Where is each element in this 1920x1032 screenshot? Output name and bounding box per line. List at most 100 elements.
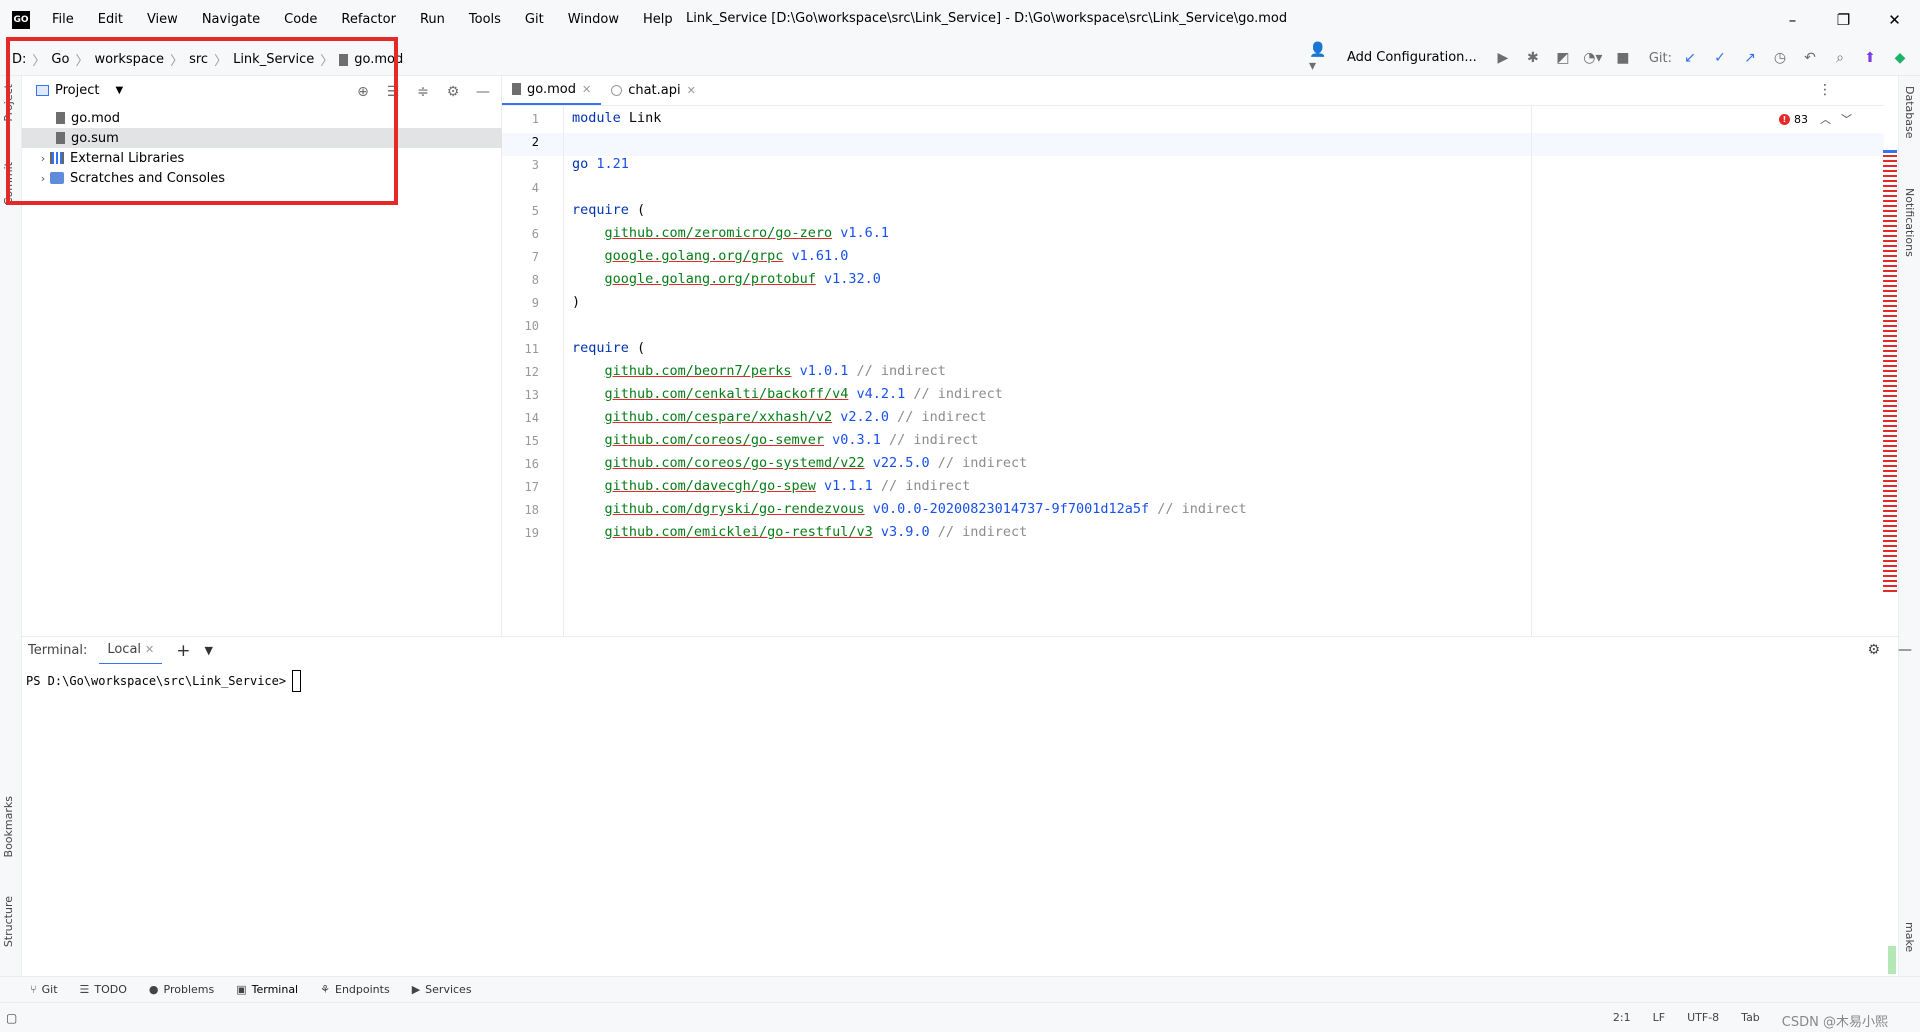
menu-git[interactable]: Git <box>513 12 556 27</box>
version: v0.3.1 <box>832 432 881 448</box>
close-button[interactable]: ✕ <box>1869 0 1920 40</box>
module-path[interactable]: github.com/coreos/go-systemd/v22 <box>605 455 865 471</box>
notifications-tool-tab[interactable]: Notifications <box>1903 188 1916 257</box>
terminal-header: Terminal: Local ✕ + ▼ <box>22 636 1898 665</box>
hide-icon[interactable]: — <box>1898 642 1912 658</box>
module-path[interactable]: github.com/emicklei/go-restful/v3 <box>605 524 873 540</box>
close-tab-icon[interactable]: ✕ <box>582 83 591 96</box>
run-icon[interactable]: ▶ <box>1491 46 1515 70</box>
terminal-tab-label: Local <box>107 642 142 657</box>
menu-code[interactable]: Code <box>272 12 329 27</box>
gear-icon[interactable]: ⚙ <box>441 80 465 104</box>
rollback-icon[interactable]: ↶ <box>1798 46 1822 70</box>
git-commit-icon[interactable]: ✓ <box>1708 46 1732 70</box>
comment: // indirect <box>1157 501 1247 517</box>
todo-tool-button[interactable]: ☰ TODO <box>80 983 127 996</box>
code-line: ) <box>572 294 580 310</box>
debug-icon[interactable]: ✱ <box>1521 46 1545 70</box>
toggle-tool-windows-icon[interactable]: ▢ <box>6 1011 17 1025</box>
hide-icon[interactable]: — <box>471 80 495 104</box>
file-encoding[interactable]: UTF-8 <box>1687 1011 1719 1030</box>
caret-position[interactable]: 2:1 <box>1613 1011 1631 1030</box>
main-toolbar: 👤▾ Add Configuration... ▶ ✱ ◩ ◔▾ ■ Git: … <box>1309 42 1912 74</box>
terminal-tab-local[interactable]: Local ✕ <box>99 637 163 665</box>
highlight-annotation-box <box>6 37 398 205</box>
version: v4.2.1 <box>856 386 906 402</box>
close-tab-icon[interactable]: ✕ <box>145 643 154 656</box>
menu-refactor[interactable]: Refactor <box>329 12 408 27</box>
code-line: github.com/cespare/xxhash/v2 v2.2.0 // i… <box>572 409 987 425</box>
watermark: CSDN @木易小熙 <box>1781 1015 1888 1030</box>
update-icon[interactable]: ⬆ <box>1858 46 1882 70</box>
terminal-prompt: PS D:\Go\workspace\src\Link_Service> <box>26 670 302 692</box>
git-tool-button[interactable]: ⑂ Git <box>30 983 58 996</box>
gear-icon[interactable]: ⚙ <box>1867 642 1880 658</box>
menu-run[interactable]: Run <box>408 12 457 27</box>
restore-button[interactable]: ❐ <box>1818 0 1869 40</box>
history-icon[interactable]: ◷ <box>1768 46 1792 70</box>
coverage-icon[interactable]: ◩ <box>1551 46 1575 70</box>
menu-tools[interactable]: Tools <box>457 12 513 27</box>
main-menu: File Edit View Navigate Code Refactor Ru… <box>40 12 685 27</box>
collapse-all-icon[interactable]: ≑ <box>411 80 435 104</box>
scrollbar[interactable] <box>1888 946 1896 974</box>
version: v1.1.1 <box>823 478 873 494</box>
menu-navigate[interactable]: Navigate <box>190 12 272 27</box>
module-path[interactable]: github.com/cenkalti/backoff/v4 <box>605 386 849 402</box>
menu-help[interactable]: Help <box>631 12 685 27</box>
make-tool-tab[interactable]: make <box>1903 922 1916 952</box>
bookmarks-tool-tab[interactable]: Bookmarks <box>2 796 15 857</box>
terminal-cursor <box>292 670 302 692</box>
menu-file[interactable]: File <box>40 12 86 27</box>
git-push-icon[interactable]: ↗ <box>1738 46 1762 70</box>
keyword: go <box>572 156 589 172</box>
version: v1.61.0 <box>791 248 849 264</box>
profile-icon[interactable]: ◔▾ <box>1581 46 1605 70</box>
tab-chat-api[interactable]: chat.api ✕ <box>601 75 706 105</box>
endpoints-tool-button[interactable]: ⚘ Endpoints <box>320 983 390 996</box>
chevron-down-icon[interactable]: ▼ <box>205 644 213 657</box>
module-path[interactable]: github.com/zeromicro/go-zero <box>605 225 833 241</box>
module-path[interactable]: github.com/davecgh/go-spew <box>605 478 816 494</box>
module-path[interactable]: google.golang.org/grpc <box>605 248 784 264</box>
status-bar: ▢ 2:1 LF UTF-8 Tab CSDN @木易小熙 <box>0 1002 1920 1032</box>
module-path[interactable]: github.com/cespare/xxhash/v2 <box>605 409 833 425</box>
error-stripe[interactable] <box>1883 150 1897 595</box>
structure-tool-tab[interactable]: Structure <box>2 896 15 947</box>
code-area[interactable]: module Link go 1.21 require ( github.com… <box>502 106 1884 636</box>
database-tool-tab[interactable]: Database <box>1903 86 1916 139</box>
tool-label: Git <box>41 983 58 996</box>
module-path[interactable]: github.com/dgryski/go-rendezvous <box>605 501 865 517</box>
line-separator[interactable]: LF <box>1653 1011 1665 1030</box>
left-tool-stripe: Project Commit Bookmarks Structure <box>0 76 22 976</box>
stop-icon[interactable]: ■ <box>1611 46 1635 70</box>
terminal-body[interactable]: PS D:\Go\workspace\src\Link_Service> <box>22 664 1898 976</box>
problems-tool-button[interactable]: ● Problems <box>149 983 214 996</box>
menu-view[interactable]: View <box>135 12 190 27</box>
minimize-button[interactable]: – <box>1767 0 1818 40</box>
close-tab-icon[interactable]: ✕ <box>687 84 696 97</box>
comment: // indirect <box>897 409 987 425</box>
indent-setting[interactable]: Tab <box>1741 1011 1760 1030</box>
more-options-icon[interactable]: ⋮ <box>1818 82 1832 98</box>
module-path[interactable]: github.com/coreos/go-semver <box>605 432 824 448</box>
module-path[interactable]: github.com/beorn7/perks <box>605 363 792 379</box>
module-path[interactable]: google.golang.org/protobuf <box>605 271 816 287</box>
tool-label: Services <box>425 983 472 996</box>
code-line: google.golang.org/protobuf v1.32.0 <box>572 271 881 287</box>
code-line: github.com/coreos/go-semver v0.3.1 // in… <box>572 432 979 448</box>
menu-window[interactable]: Window <box>556 12 631 27</box>
search-icon[interactable]: ⌕ <box>1828 46 1852 70</box>
git-update-icon[interactable]: ↙ <box>1678 46 1702 70</box>
new-terminal-icon[interactable]: + <box>176 641 190 661</box>
services-tool-button[interactable]: ▶ Services <box>412 983 472 996</box>
tool-label: Terminal <box>251 983 299 996</box>
add-configuration-button[interactable]: Add Configuration... <box>1339 46 1485 70</box>
tool-label: TODO <box>94 983 127 996</box>
user-icon[interactable]: 👤▾ <box>1309 42 1333 74</box>
plugin-icon[interactable]: ◆ <box>1888 46 1912 70</box>
tab-go-mod[interactable]: go.mod ✕ <box>502 75 602 105</box>
menu-edit[interactable]: Edit <box>86 12 135 27</box>
terminal-tool-button[interactable]: ▣ Terminal <box>236 983 298 996</box>
code-line: google.golang.org/grpc v1.61.0 <box>572 248 849 264</box>
